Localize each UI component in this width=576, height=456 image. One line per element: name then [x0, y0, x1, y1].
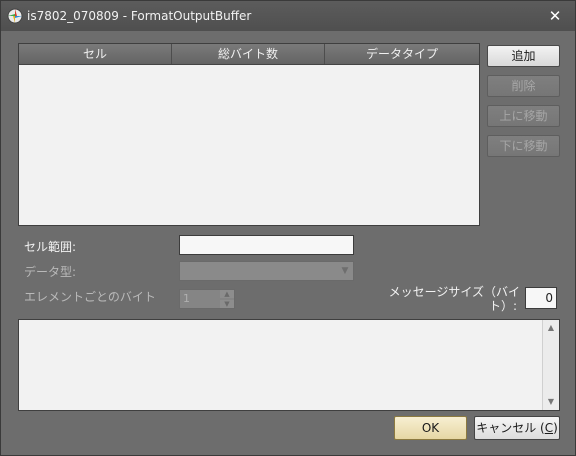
dialog-window: is7802_070809 - FormatOutputBuffer ✕ セル … [0, 0, 576, 456]
column-header-total-bytes[interactable]: 総バイト数 [172, 44, 325, 64]
move-down-button[interactable]: 下に移動 [487, 135, 560, 157]
delete-button[interactable]: 削除 [487, 75, 560, 97]
column-header-cell[interactable]: セル [19, 44, 172, 64]
bytes-per-element-stepper[interactable]: 1 ▲ ▼ [179, 289, 235, 309]
close-button[interactable]: ✕ [545, 6, 565, 26]
cell-table[interactable]: セル 総バイト数 データタイプ [18, 43, 480, 226]
vertical-scrollbar[interactable]: ▲ ▼ [542, 320, 559, 410]
message-size-label: メッセージサイズ（バイ ト）: [388, 285, 520, 313]
window-title: is7802_070809 - FormatOutputBuffer [27, 9, 252, 23]
spin-down-icon[interactable]: ▼ [220, 300, 234, 308]
stepper-value: 1 [183, 292, 190, 305]
spin-up-icon[interactable]: ▲ [220, 290, 234, 298]
column-header-data-type[interactable]: データタイプ [325, 44, 479, 64]
chevron-down-icon: ▼ [341, 266, 349, 276]
scroll-up-icon[interactable]: ▲ [543, 320, 559, 336]
table-header: セル 総バイト数 データタイプ [19, 44, 479, 65]
cell-range-label: セル範囲: [24, 240, 77, 254]
cancel-button[interactable]: キャンセル (C) [474, 416, 560, 440]
cell-range-input[interactable] [179, 235, 354, 255]
title-bar: is7802_070809 - FormatOutputBuffer ✕ [1, 1, 575, 31]
scroll-down-icon[interactable]: ▼ [543, 394, 559, 410]
ok-button[interactable]: OK [394, 416, 467, 440]
bytes-per-element-label: エレメントごとのバイト [24, 290, 156, 304]
message-size-field[interactable]: 0 [525, 287, 557, 309]
move-up-button[interactable]: 上に移動 [487, 105, 560, 127]
close-icon: ✕ [548, 7, 562, 25]
app-icon [7, 8, 23, 24]
data-type-select[interactable]: ▼ [179, 261, 354, 281]
add-button[interactable]: 追加 [487, 45, 560, 67]
data-type-label: データ型: [24, 265, 77, 279]
message-textarea[interactable]: ▲ ▼ [18, 319, 560, 411]
